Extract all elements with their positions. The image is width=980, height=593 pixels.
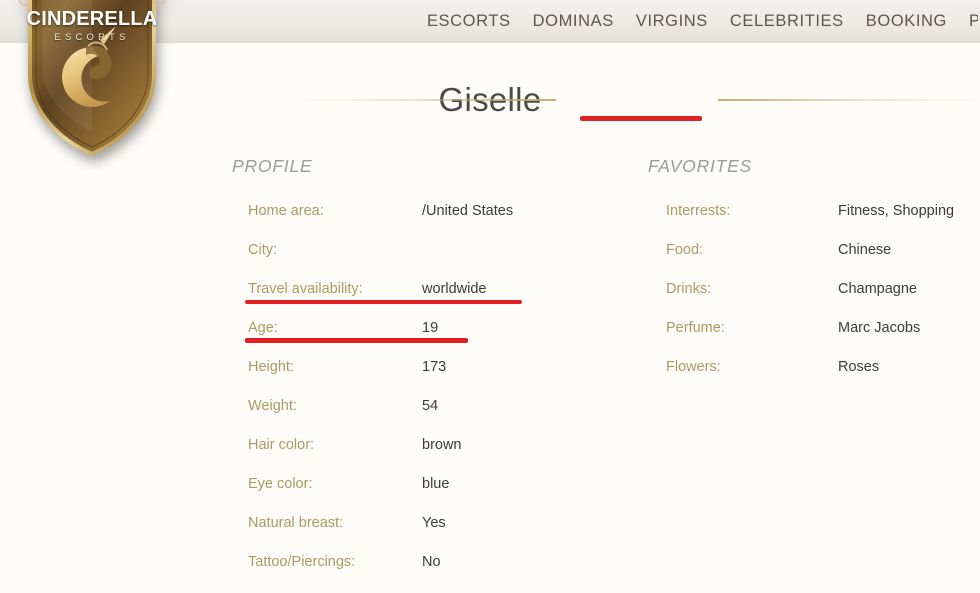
spec-value: Champagne xyxy=(838,281,917,297)
title-rule-left xyxy=(300,99,556,101)
nav-item-virgins[interactable]: VIRGINS xyxy=(636,12,708,31)
spec-label: Eye color: xyxy=(248,476,313,492)
annotation-underline-title xyxy=(580,116,702,121)
spec-row: Tattoo/Piercings: No xyxy=(232,554,632,593)
shield-crest-icon xyxy=(18,0,166,157)
nav-item-escorts[interactable]: ESCORTS xyxy=(427,12,511,31)
spec-value: worldwide xyxy=(422,281,487,297)
spec-row: Perfume: Marc Jacobs xyxy=(648,320,980,359)
spec-value: Roses xyxy=(838,359,880,375)
nav-item-celebrities[interactable]: CELEBRITIES xyxy=(730,12,844,31)
nav-item-p[interactable]: P xyxy=(969,12,978,31)
spec-value: Chinese xyxy=(838,242,892,258)
spec-row: Flowers: Roses xyxy=(648,359,980,398)
spec-value: Fitness, Shopping xyxy=(838,203,955,219)
spec-label: City: xyxy=(248,242,277,258)
spec-row: Drinks: Champagne xyxy=(648,281,980,320)
spec-row: Food: Chinese xyxy=(648,242,980,281)
favorites-heading: FAVORITES xyxy=(648,156,753,176)
spec-label: Drinks: xyxy=(666,281,712,297)
spec-value: brown xyxy=(422,437,462,453)
spec-label: Hair color: xyxy=(248,437,315,453)
spec-label: Travel availability: xyxy=(248,281,363,297)
annotation-underline-travel-availability xyxy=(245,300,522,304)
spec-row: Natural breast: Yes xyxy=(232,515,632,554)
main-navigation: ESCORTS DOMINAS VIRGINS CELEBRITIES BOOKING P xyxy=(427,0,980,43)
spec-value: 54 xyxy=(422,398,439,414)
title-rule-right xyxy=(718,99,980,101)
spec-row: Hair color: brown xyxy=(232,437,632,476)
annotation-underline-age xyxy=(245,338,468,343)
spec-label: Tattoo/Piercings: xyxy=(248,554,356,570)
spec-label: Weight: xyxy=(248,398,297,414)
spec-value: 173 xyxy=(422,359,447,375)
profile-section: PROFILE Home area: /United States City: Tra… xyxy=(232,156,632,593)
spec-row: Eye color: blue xyxy=(232,476,632,515)
spec-row: City: xyxy=(232,242,632,281)
nav-item-booking[interactable]: BOOKING xyxy=(866,12,947,31)
site-logo[interactable]: CINDERELLA ESCORTS xyxy=(12,0,172,167)
profile-heading: PROFILE xyxy=(232,156,313,176)
favorites-rows: Interrests: Fitness, Shopping Food: Chinese… xyxy=(648,203,980,398)
spec-label: Height: xyxy=(248,359,294,375)
spec-label: Interrests: xyxy=(666,203,731,219)
spec-value: blue xyxy=(422,476,450,492)
spec-row: Weight: 54 xyxy=(232,398,632,437)
profile-rows: Home area: /United States City: Travel avai… xyxy=(232,203,632,593)
spec-value: /United States xyxy=(422,203,514,219)
spec-label: Flowers: xyxy=(666,359,721,375)
favorites-section: FAVORITES Interrests: Fitness, Shopping Fo… xyxy=(648,156,980,398)
spec-label: Perfume: xyxy=(666,320,725,336)
spec-label: Food: xyxy=(666,242,704,258)
spec-row: Interrests: Fitness, Shopping xyxy=(648,203,980,242)
spec-label: Natural breast: xyxy=(248,515,344,531)
spec-value: No xyxy=(422,554,441,570)
spec-label: Home area: xyxy=(248,203,324,219)
nav-item-dominas[interactable]: DOMINAS xyxy=(533,12,614,31)
spec-row: Home area: /United States xyxy=(232,203,632,242)
spec-value: Yes xyxy=(422,515,446,531)
spec-row: Height: 173 xyxy=(232,359,632,398)
spec-label: Age: xyxy=(248,320,278,336)
spec-value: Marc Jacobs xyxy=(838,320,921,336)
spec-value: 19 xyxy=(422,320,439,336)
